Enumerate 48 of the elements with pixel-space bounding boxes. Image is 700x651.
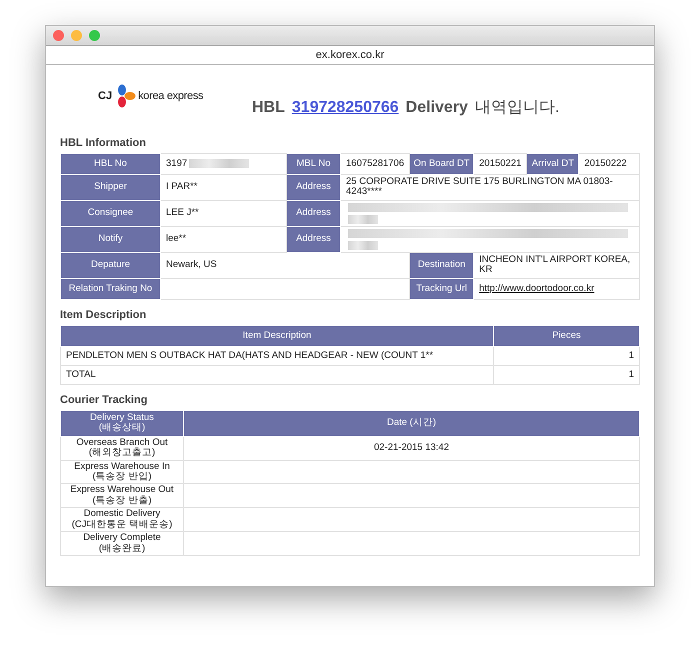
- section-title: Courier Tracking: [60, 394, 148, 406]
- table-cell: TOTAL: [60, 365, 494, 384]
- table-cell: 1: [494, 346, 640, 366]
- field-value: 20150222: [584, 158, 627, 169]
- field-label: Consignee: [60, 200, 160, 226]
- field-label: On Board DT: [410, 154, 474, 174]
- section-title: Item Description: [60, 308, 148, 321]
- field-label: Arrival DT: [526, 154, 579, 174]
- field-label: Depature: [60, 252, 160, 278]
- status-cell: Express Warehouse Out (특송장 반출): [60, 484, 184, 508]
- field-value: 20150221: [479, 158, 522, 169]
- logo-text: korea express: [138, 90, 204, 102]
- column-header: Delivery Status (배송상태): [60, 410, 184, 436]
- field-label: Destination: [410, 252, 474, 278]
- field-label: MBL No: [286, 154, 340, 174]
- section-title: HBL Information: [60, 137, 147, 149]
- table-cell: PENDLETON MEN S OUTBACK HAT DA(HATS AND HEADGEAR - NEW (COUNT 1**: [60, 346, 494, 366]
- column-header: Pieces: [494, 325, 640, 346]
- field-value: Newark, US: [166, 259, 217, 270]
- field-label: Relation Traking No: [60, 278, 160, 300]
- field-label: Shipper: [60, 174, 160, 200]
- field-value: 16075281706: [346, 158, 404, 169]
- logo-mark: CJ: [98, 90, 112, 102]
- title-text: HBL: [252, 98, 285, 116]
- field-label: Tracking Url: [410, 278, 474, 300]
- field-value: INCHEON INT'L AIRPORT KOREA, KR: [479, 254, 630, 276]
- status-cell: Domestic Delivery (CJ대한통운 택배운송): [60, 508, 184, 532]
- date-cell: 02-21-2015 13:42: [184, 436, 640, 460]
- field-label: Notify: [60, 226, 160, 252]
- title-text: 내역입니다.: [474, 98, 560, 118]
- status-cell: Delivery Complete (배송완료): [60, 532, 184, 556]
- column-header: Date (시간): [184, 410, 640, 436]
- title-text: Delivery: [406, 98, 468, 116]
- field-value: LEE J**: [166, 207, 199, 218]
- column-header: Item Description: [60, 325, 494, 346]
- field-value: 25 CORPORATE DRIVE SUITE 175 BURLINGTON MA 01803-4243****: [346, 176, 613, 198]
- field-label: Address: [286, 226, 340, 252]
- field-value: I PAR**: [166, 181, 198, 192]
- status-cell: Express Warehouse In (특송장 반입): [60, 460, 184, 484]
- address-text[interactable]: ex.korex.co.kr: [316, 49, 384, 61]
- hbl-link[interactable]: 319728250766: [292, 98, 399, 116]
- table-cell: 1: [494, 365, 640, 384]
- field-value: lee**: [166, 233, 186, 244]
- field-label: Address: [286, 174, 340, 200]
- field-label: Address: [286, 200, 340, 226]
- field-label: HBL No: [60, 154, 160, 174]
- field-value: 3197: [166, 158, 188, 169]
- status-cell: Overseas Branch Out (해외창고출고): [60, 436, 184, 460]
